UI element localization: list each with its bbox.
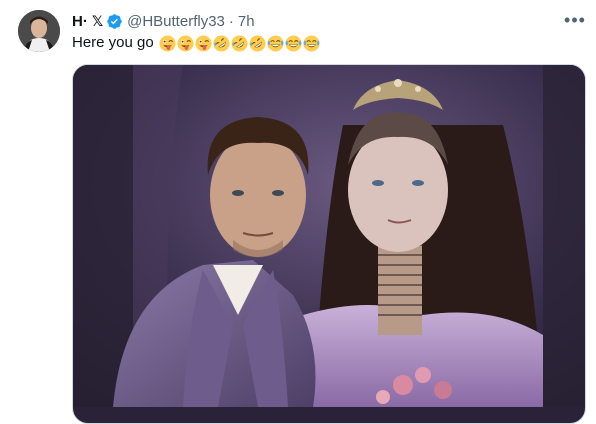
joy-emoji-icon: [285, 34, 302, 52]
tweet-text: Here you go: [72, 33, 321, 53]
tongue-wink-emoji-icon: [159, 34, 176, 52]
rofl-emoji-icon: [231, 34, 248, 52]
rofl-emoji-icon: [249, 34, 266, 52]
separator-dot: ·: [228, 12, 234, 30]
tweet-header: H· 𝕏 @HButterfly33 · 7h: [72, 11, 255, 31]
emoji-group: [159, 34, 321, 52]
tweet-media-image[interactable]: [72, 64, 586, 424]
joy-emoji-icon: [303, 34, 320, 52]
tongue-wink-emoji-icon: [177, 34, 194, 52]
more-options-icon[interactable]: •••: [563, 10, 587, 30]
author-handle[interactable]: @HButterfly33: [127, 13, 225, 30]
joy-emoji-icon: [267, 34, 284, 52]
tongue-wink-emoji-icon: [195, 34, 212, 52]
rofl-emoji-icon: [213, 34, 230, 52]
verified-badge-icon[interactable]: [106, 13, 123, 30]
timestamp[interactable]: 7h: [238, 13, 255, 30]
avatar[interactable]: [18, 10, 60, 52]
x-logo-icon: 𝕏: [91, 12, 104, 29]
tweet-text-content: Here you go: [72, 34, 154, 51]
author-name[interactable]: H·: [72, 13, 88, 30]
tweet[interactable]: H· 𝕏 @HButterfly33 · 7h ••• Here you go: [0, 0, 596, 424]
